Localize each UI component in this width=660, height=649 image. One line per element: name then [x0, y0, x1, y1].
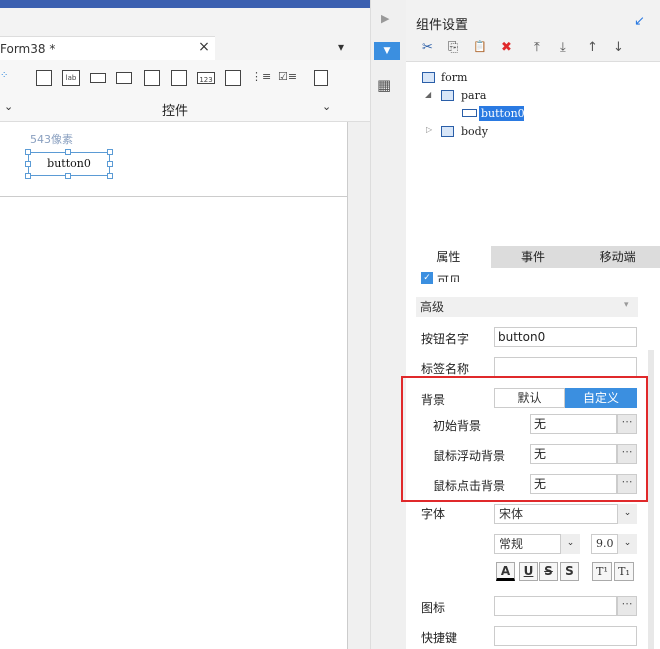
chevron-down-icon[interactable]: ⌄	[617, 534, 637, 554]
panel-scrollbar[interactable]	[648, 350, 654, 649]
icon-input[interactable]	[494, 596, 617, 616]
resize-handle[interactable]	[25, 161, 31, 167]
resize-handle[interactable]	[65, 149, 71, 155]
shadow-icon[interactable]: S	[560, 562, 579, 581]
label-icon[interactable]: lab	[62, 70, 80, 86]
chevron-down-icon[interactable]: ⌄	[4, 100, 13, 113]
more-icon[interactable]: ⋯	[617, 596, 637, 616]
resize-handle[interactable]	[25, 149, 31, 155]
ruler-label: 543像素	[30, 133, 73, 146]
tab-mobile[interactable]: 移动端	[575, 246, 660, 268]
design-canvas[interactable]	[0, 122, 348, 649]
chevron-down-icon[interactable]: ▾	[624, 300, 629, 310]
pin-icon[interactable]: ↙	[634, 14, 645, 29]
textarea-icon[interactable]	[225, 70, 241, 86]
font-size-value: 9.0	[596, 537, 614, 550]
delete-icon[interactable]: ✖	[501, 40, 512, 55]
underline-icon[interactable]: U	[519, 562, 538, 581]
chevron-down-icon[interactable]: ⌄	[617, 504, 637, 524]
subscript-icon[interactable]: T₁	[614, 562, 634, 581]
tab-label: Form38 *	[0, 41, 56, 56]
tag-name-label: 标签名称	[421, 362, 470, 376]
font-label: 字体	[421, 507, 446, 521]
paste-icon[interactable]: 📋	[473, 40, 487, 53]
tab-form38[interactable]: Form38 *	[0, 36, 215, 60]
superscript-icon[interactable]: T¹	[592, 562, 612, 581]
tab-events[interactable]: 事件	[491, 246, 576, 268]
tag-name-input[interactable]	[494, 357, 637, 377]
tree-node-para[interactable]: para	[461, 89, 486, 102]
tree-node-form[interactable]: form	[441, 71, 467, 84]
expand-arrow-icon[interactable]: ▶	[381, 12, 389, 25]
collapse-icon[interactable]: ◢	[425, 90, 431, 99]
icon-label: 图标	[421, 601, 446, 615]
advanced-section[interactable]: 高级	[416, 297, 638, 317]
form-node-icon	[422, 72, 435, 83]
preview-icon[interactable]	[314, 70, 328, 86]
rectangle-icon[interactable]	[36, 70, 52, 86]
layout-icon[interactable]: ▦	[377, 76, 391, 94]
chevron-down-icon[interactable]: ⌄	[322, 100, 331, 113]
resize-handle[interactable]	[25, 173, 31, 179]
number-icon[interactable]: 123	[197, 72, 215, 84]
chevron-down-icon[interactable]: ⌄	[560, 534, 580, 554]
title-strip	[0, 0, 370, 8]
side-icon-strip	[370, 0, 406, 649]
panel-icon[interactable]	[144, 70, 160, 86]
strikethrough-icon[interactable]: S	[539, 562, 558, 581]
move-up-icon[interactable]: ↑	[587, 40, 598, 55]
font-select[interactable]: 宋体	[494, 504, 637, 524]
button-name-label: 按钮名字	[421, 332, 470, 346]
button-node-icon	[462, 109, 477, 117]
shortcut-input[interactable]	[494, 626, 637, 646]
resize-handle[interactable]	[107, 149, 113, 155]
font-color-icon[interactable]: A	[496, 562, 515, 581]
cut-icon[interactable]: ✂	[422, 40, 433, 55]
palette-icon[interactable]: ⁘	[0, 70, 8, 81]
tree-node-body[interactable]: body	[461, 125, 488, 138]
font-style-value: 常规	[499, 537, 524, 551]
highlight-box	[401, 376, 648, 502]
property-tabs: 属性 事件 移动端	[406, 246, 660, 268]
tree-node-button0[interactable]: button0	[479, 106, 525, 121]
checkbox-list-icon[interactable]: ☑≡	[278, 70, 297, 86]
shortcut-label: 快捷键	[421, 631, 458, 645]
tab-menu-icon[interactable]: ▾	[338, 40, 354, 56]
resize-handle[interactable]	[107, 161, 113, 167]
dropdown-icon[interactable]	[116, 72, 132, 84]
panel-title: 组件设置	[416, 18, 469, 33]
button-icon[interactable]	[90, 73, 106, 83]
visible-label: 可见	[437, 274, 462, 282]
font-select-value: 宋体	[499, 507, 524, 521]
expand-icon[interactable]: ▷	[426, 125, 432, 134]
label-icon-text: lab	[65, 74, 77, 82]
para-node-icon	[441, 90, 454, 101]
button-name-input[interactable]: button0	[494, 327, 637, 347]
canvas-divider	[0, 196, 348, 197]
resize-handle[interactable]	[65, 173, 71, 179]
move-top-icon[interactable]: ⤒	[534, 40, 540, 55]
radio-list-icon[interactable]: ⋮≡	[251, 70, 271, 86]
tab-properties[interactable]: 属性	[406, 246, 491, 268]
copy-icon[interactable]: ⎘	[448, 40, 458, 55]
body-node-icon	[441, 126, 454, 137]
grid-icon[interactable]	[171, 70, 187, 86]
close-icon[interactable]: ×	[195, 38, 213, 56]
visible-checkbox[interactable]: ✓	[421, 272, 433, 284]
resize-handle[interactable]	[107, 173, 113, 179]
move-down-icon[interactable]: ↓	[613, 40, 624, 55]
number-icon-text: 123	[199, 76, 213, 84]
dropdown-toggle-icon[interactable]: ▼	[374, 42, 400, 60]
controls-label: 控件	[161, 104, 188, 119]
move-bottom-icon[interactable]: ⤓	[560, 40, 566, 55]
